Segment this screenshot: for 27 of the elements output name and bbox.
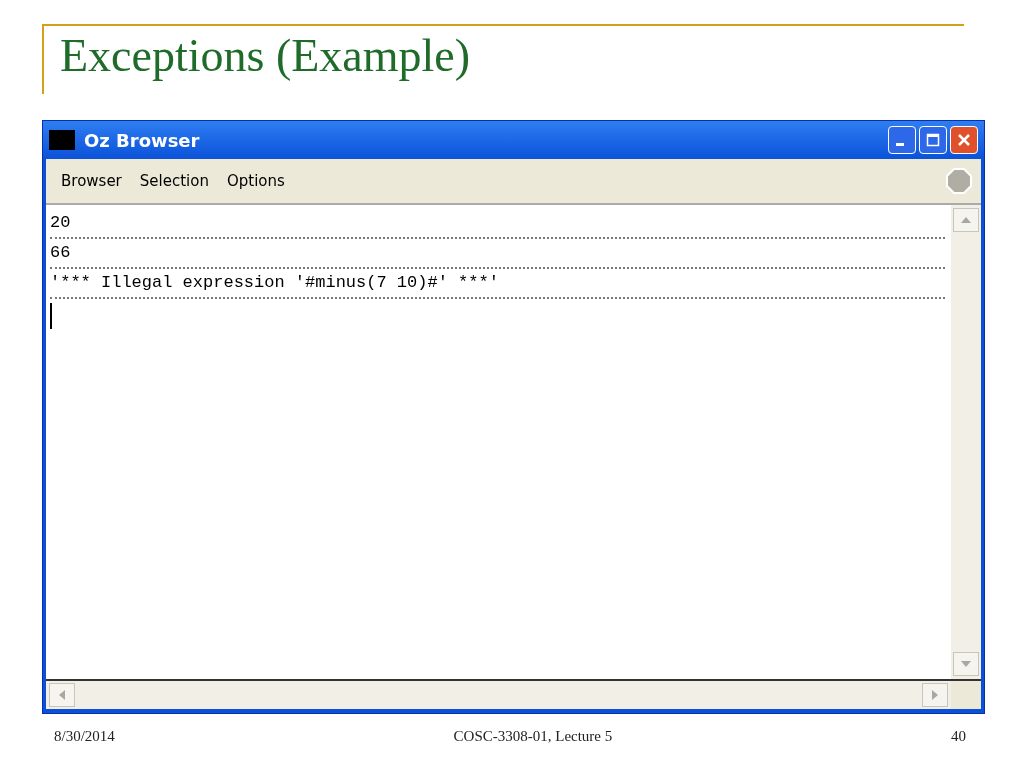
scrollbar-corner <box>951 681 981 709</box>
text-cursor <box>50 303 52 329</box>
slide-footer-text: COSC-3308-01, Lecture 5 <box>453 728 613 745</box>
slide-date: 8/30/2014 <box>54 728 115 745</box>
minimize-icon <box>896 143 904 146</box>
output-line: 20 <box>50 209 945 239</box>
close-button[interactable] <box>950 126 978 154</box>
stop-icon[interactable] <box>945 167 973 195</box>
scroll-down-icon[interactable] <box>953 652 979 676</box>
output-line: 66 <box>50 239 945 269</box>
menu-item[interactable]: Browser <box>61 172 122 190</box>
output-line: '*** Illegal expression '#minus(7 10)#' ***' <box>50 269 945 299</box>
scroll-right-icon[interactable] <box>922 683 948 707</box>
scroll-left-icon[interactable] <box>49 683 75 707</box>
vertical-scrollbar[interactable] <box>951 205 981 679</box>
menu-item[interactable]: Options <box>226 172 285 190</box>
maximize-button[interactable] <box>919 126 947 154</box>
app-icon <box>49 130 75 150</box>
slide-title: Exceptions (Example) <box>60 29 472 83</box>
scroll-up-icon[interactable] <box>953 208 979 232</box>
minimize-button[interactable] <box>888 126 916 154</box>
close-icon <box>957 133 971 147</box>
window-title: Oz Browser <box>84 129 200 151</box>
maximize-icon <box>926 133 940 147</box>
menu-item[interactable]: Selection <box>139 172 209 190</box>
slide-number: 40 <box>951 728 966 745</box>
horizontal-scrollbar[interactable] <box>46 681 951 709</box>
